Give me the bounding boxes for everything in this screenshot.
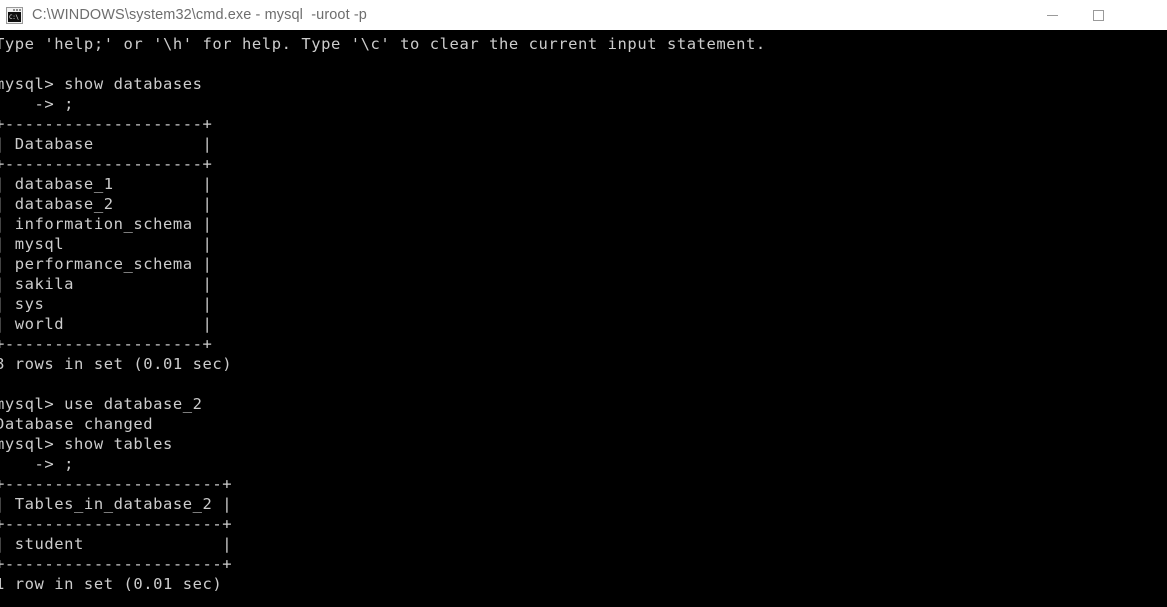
maximize-icon [1092, 9, 1104, 21]
minimize-icon [1046, 14, 1058, 16]
minimize-button[interactable] [1029, 0, 1075, 30]
icon-screen-label: C:\ [8, 11, 21, 22]
title-bar[interactable]: C:\ C:\WINDOWS\system32\cmd.exe - mysql … [0, 0, 1167, 30]
maximize-button[interactable] [1075, 0, 1121, 30]
terminal-text: Type 'help;' or '\h' for help. Type '\c'… [0, 35, 766, 593]
window-title: C:\WINDOWS\system32\cmd.exe - mysql -uro… [32, 7, 367, 23]
cmd-console-window: C:\ C:\WINDOWS\system32\cmd.exe - mysql … [0, 0, 1167, 607]
cmd-console-icon: C:\ [6, 6, 23, 24]
close-button-area[interactable] [1121, 0, 1167, 30]
icon-titlebar-dots [13, 8, 21, 11]
terminal-output-area[interactable]: Type 'help;' or '\h' for help. Type '\c'… [0, 30, 1167, 607]
